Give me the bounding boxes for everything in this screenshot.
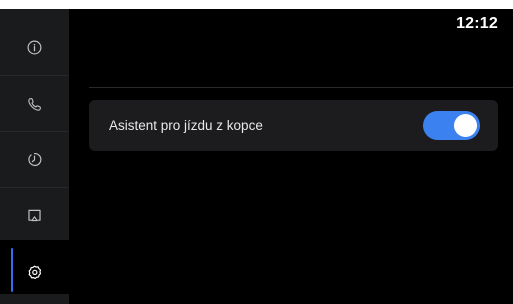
sidebar-bottom: [0, 294, 69, 304]
clock: 12:12: [456, 15, 498, 32]
setting-label: Asistent pro jízdu z kopce: [109, 118, 263, 133]
phone-icon: [26, 96, 43, 113]
sidebar-item-settings[interactable]: [0, 244, 69, 300]
history-icon: [26, 151, 43, 168]
sidebar-item-screen-mirroring[interactable]: [0, 187, 69, 243]
toggle-knob: [454, 114, 477, 137]
sidebar-item-phone[interactable]: [0, 76, 69, 132]
setting-row-hill-descent-assist: Asistent pro jízdu z kopce: [89, 100, 498, 151]
info-icon: [26, 39, 43, 56]
sidebar-item-history[interactable]: [0, 131, 69, 187]
header-divider: [89, 87, 513, 88]
sidebar: [0, 9, 69, 240]
screen: 12:12 Asistent pro jízdu z kopce: [0, 9, 513, 304]
active-indicator: [11, 248, 13, 292]
gear-icon: [26, 264, 43, 281]
screen-mirroring-icon: [26, 207, 43, 224]
hill-descent-assist-toggle[interactable]: [423, 111, 480, 140]
sidebar-item-info[interactable]: [0, 19, 69, 75]
